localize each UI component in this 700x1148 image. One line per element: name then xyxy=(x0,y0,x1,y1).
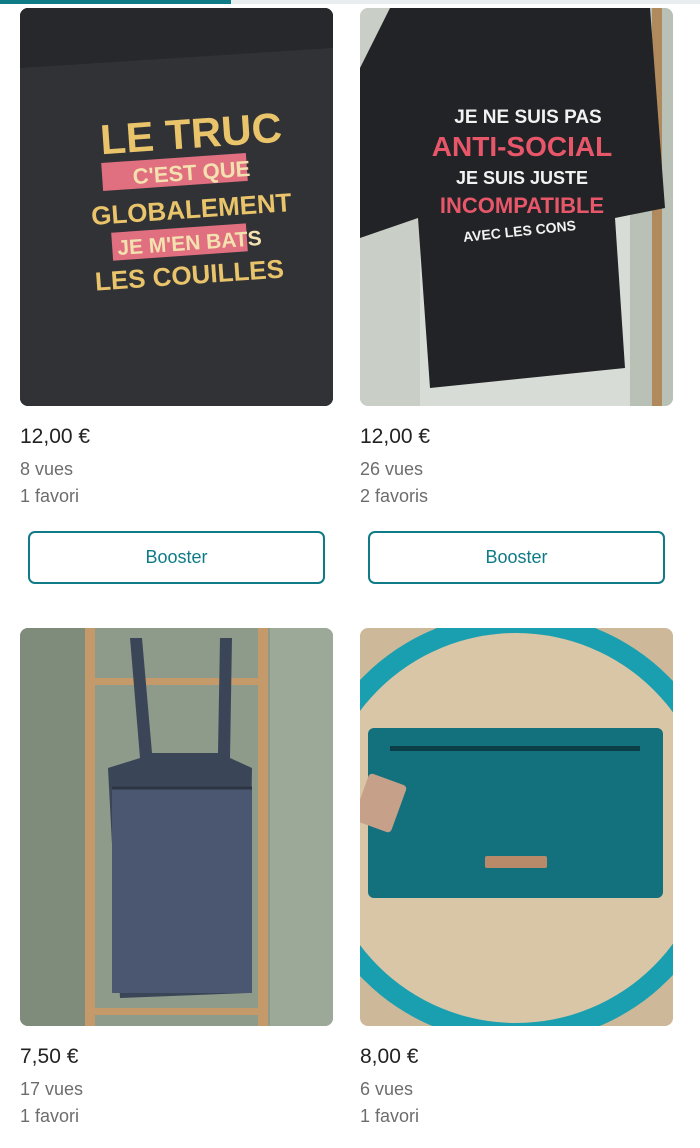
booster-button[interactable]: Booster xyxy=(368,531,665,584)
listing-favorites: 2 favoris xyxy=(360,486,429,506)
listing-card[interactable]: LE TRUC C'EST QUE GLOBALEMENT JE M'EN BA… xyxy=(20,8,333,584)
listing-photo-black-tshirt-hanging[interactable]: JE NE SUIS PAS ANTI-SOCIAL JE SUIS JUSTE… xyxy=(360,8,673,406)
listing-views: 17 vues xyxy=(20,1079,84,1099)
listing-card[interactable]: 8,00 € 6 vues 1 favori xyxy=(360,628,673,1126)
listing-views: 26 vues xyxy=(360,459,424,479)
shirt-print-line: INCOMPATIBLE xyxy=(440,193,604,218)
shirt-print-line: ANTI-SOCIAL xyxy=(432,131,612,162)
listing-grid: LE TRUC C'EST QUE GLOBALEMENT JE M'EN BA… xyxy=(20,8,676,1126)
listing-card[interactable]: JE NE SUIS PAS ANTI-SOCIAL JE SUIS JUSTE… xyxy=(360,8,673,584)
listing-views: 8 vues xyxy=(20,459,74,479)
listing-favorites: 1 favori xyxy=(360,1106,420,1126)
listing-photo-black-tshirt[interactable]: LE TRUC C'EST QUE GLOBALEMENT JE M'EN BA… xyxy=(20,8,333,406)
listing-views: 6 vues xyxy=(360,1079,414,1099)
booster-button[interactable]: Booster xyxy=(28,531,325,584)
listing-card[interactable]: 7,50 € 17 vues 1 favori xyxy=(20,628,333,1126)
scroll-progress-fill xyxy=(0,0,231,4)
listing-price: 8,00 € xyxy=(360,1045,419,1068)
listing-price: 12,00 € xyxy=(20,425,91,448)
listing-photo-pouch[interactable] xyxy=(360,628,673,1026)
listing-photo-dress[interactable] xyxy=(20,628,333,1026)
listing-price: 7,50 € xyxy=(20,1045,79,1068)
tshirt-illustration: JE NE SUIS PAS ANTI-SOCIAL JE SUIS JUSTE… xyxy=(360,8,673,406)
pouch-illustration xyxy=(360,628,673,1026)
listing-favorites: 1 favori xyxy=(20,486,80,506)
scroll-progress-bar xyxy=(0,0,700,4)
shirt-print-line: JE SUIS JUSTE xyxy=(456,168,588,188)
tshirt-illustration: LE TRUC C'EST QUE GLOBALEMENT JE M'EN BA… xyxy=(20,8,333,406)
dress-illustration xyxy=(20,628,333,1026)
listing-price: 12,00 € xyxy=(360,425,431,448)
shirt-print-line: JE NE SUIS PAS xyxy=(454,107,601,128)
listing-favorites: 1 favori xyxy=(20,1106,80,1126)
